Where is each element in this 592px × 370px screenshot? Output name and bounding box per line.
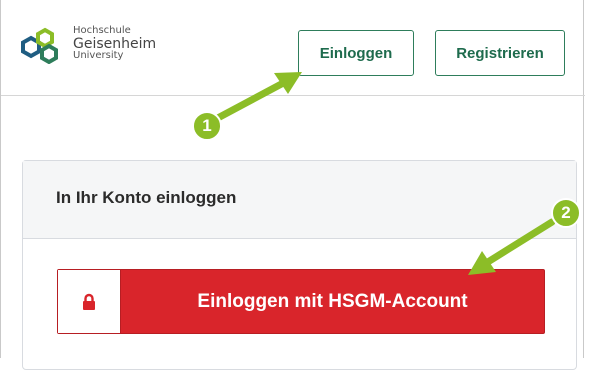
login-card-title: In Ihr Konto einloggen [23, 161, 576, 239]
logo-wordmark: Hochschule Geisenheim University [73, 25, 157, 62]
login-card: In Ihr Konto einloggen Einloggen mit HSG… [22, 160, 577, 370]
login-button[interactable]: Einloggen [298, 30, 414, 76]
logo-line-1: Hochschule [73, 25, 131, 36]
lock-icon [83, 293, 95, 310]
university-logo[interactable]: Hochschule Geisenheim University [19, 22, 179, 68]
hsgm-login-label: Einloggen mit HSGM-Account [197, 290, 468, 312]
register-button[interactable]: Registrieren [435, 30, 565, 76]
logo-line-2: Geisenheim [73, 35, 157, 52]
step-1-badge: 1 [192, 111, 222, 141]
site-header: Hochschule Geisenheim University Einlogg… [1, 0, 585, 96]
logo-line-3: University [73, 50, 124, 62]
lock-icon-box [58, 270, 121, 333]
page-frame: Hochschule Geisenheim University Einlogg… [0, 0, 585, 370]
hsgm-login-button[interactable]: Einloggen mit HSGM-Account [57, 269, 545, 334]
step-2-badge: 2 [551, 198, 581, 228]
logo-hexagons-icon [21, 27, 58, 64]
